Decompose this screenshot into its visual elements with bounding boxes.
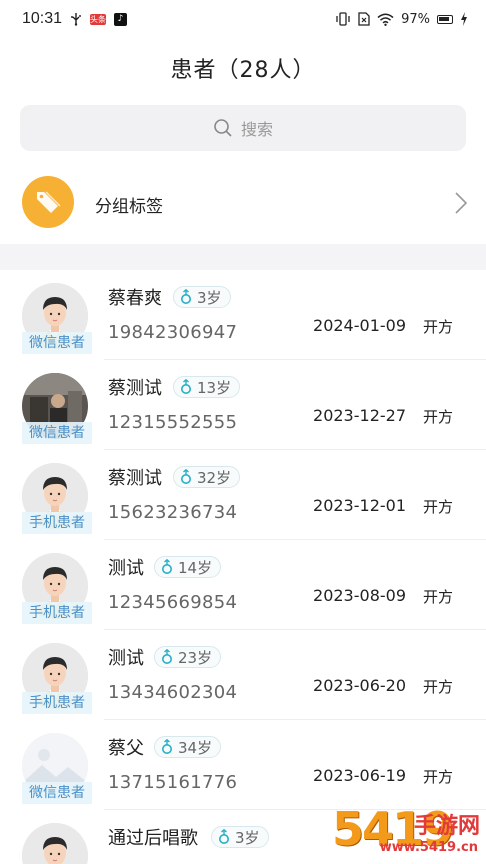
prescribe-button[interactable]: 开方	[423, 496, 453, 517]
patient-row[interactable]: 手机患者 测试 23岁 13434602304 2023-06-20 开方	[0, 630, 486, 720]
patient-row[interactable]: 微信患者 蔡测试 13岁 12315552555 2023-12-27 开方	[0, 360, 486, 450]
age-badge: 14岁	[154, 556, 222, 578]
gender-icon	[161, 649, 173, 665]
group-tags-row[interactable]: 分组标签	[0, 176, 486, 232]
page-title: 患者（28人）	[170, 58, 316, 83]
patient-list: 微信患者 蔡春爽 3岁 19842306947 2024-01-09 开方 微信患者 蔡测试 1…	[0, 270, 486, 864]
wifi-icon	[377, 13, 394, 26]
prescribe-button[interactable]: 开方	[423, 676, 453, 697]
gender-icon	[180, 469, 192, 485]
patient-name: 蔡春爽	[108, 288, 162, 309]
patient-phone: 13434602304	[108, 682, 238, 703]
watermark-domain: www.5419.cn	[379, 840, 478, 855]
group-tags-label: 分组标签	[95, 197, 163, 217]
patient-row[interactable]: 微信患者 蔡春爽 3岁 19842306947 2024-01-09 开方	[0, 270, 486, 360]
patient-phone: 19842306947	[108, 322, 238, 343]
age-badge: 34岁	[154, 736, 222, 758]
patient-source-tag: 微信患者	[22, 422, 92, 444]
gender-icon	[161, 559, 173, 575]
patient-name: 通过后唱歌	[108, 828, 198, 849]
vibrate-icon	[335, 12, 351, 26]
prescribe-button[interactable]: 开方	[423, 406, 453, 427]
status-time: 10:31	[22, 10, 63, 27]
patient-row[interactable]: 手机患者 蔡测试 32岁 15623236734 2023-12-01 开方	[0, 450, 486, 540]
patient-source-tag: 手机患者	[22, 602, 92, 624]
patient-age: 3岁	[197, 288, 222, 307]
patient-source-tag: 微信患者	[22, 782, 92, 804]
last-visit-date: 2023-06-20	[313, 676, 406, 695]
patient-name: 蔡测试	[108, 468, 162, 489]
last-visit-date: 2023-08-09	[313, 586, 406, 605]
patient-age: 13岁	[197, 378, 232, 397]
battery-icon	[437, 14, 453, 24]
patient-source-tag: 手机患者	[22, 512, 92, 534]
patient-source-tag: 微信患者	[22, 332, 92, 354]
section-divider	[0, 244, 486, 270]
status-bar: 10:31 头条 ♪ 97%	[0, 0, 486, 38]
gender-icon	[180, 289, 192, 305]
patient-source-tag: 手机患者	[22, 692, 92, 714]
prescribe-button[interactable]: 开方	[423, 586, 453, 607]
patient-name: 测试	[108, 558, 144, 579]
last-visit-date: 2023-06-19	[313, 766, 406, 785]
prescribe-button[interactable]: 开方	[423, 766, 453, 787]
search-icon	[214, 119, 232, 137]
age-badge: 3岁	[173, 286, 231, 308]
patient-row[interactable]: 手机患者 测试 14岁 12345669854 2023-08-09 开方	[0, 540, 486, 630]
charging-icon	[460, 12, 468, 26]
age-badge: 13岁	[173, 376, 241, 398]
prescribe-button[interactable]: 开方	[423, 316, 453, 337]
patient-phone: 12345669854	[108, 592, 238, 613]
watermark-logo: 5419 手游网 www.5419.cn	[332, 802, 482, 860]
tag-icon	[22, 176, 74, 228]
patient-name: 蔡父	[108, 738, 144, 759]
gender-icon	[161, 739, 173, 755]
patient-name: 测试	[108, 648, 144, 669]
gender-icon	[180, 379, 192, 395]
patient-age: 3岁	[235, 828, 260, 847]
last-visit-date: 2023-12-01	[313, 496, 406, 515]
age-badge: 23岁	[154, 646, 222, 668]
news-app-icon: 头条	[90, 13, 107, 25]
patient-row[interactable]: 微信患者 蔡父 34岁 13715161776 2023-06-19 开方	[0, 720, 486, 810]
gender-icon	[218, 829, 230, 845]
battery-percent: 97%	[401, 11, 430, 27]
patient-age: 32岁	[197, 468, 232, 487]
no-sim-icon	[358, 12, 370, 26]
search-placeholder: 搜索	[240, 120, 273, 139]
last-visit-date: 2024-01-09	[313, 316, 406, 335]
patient-age: 23岁	[178, 648, 213, 667]
patient-phone: 13715161776	[108, 772, 238, 793]
patient-phone: 15623236734	[108, 502, 238, 523]
last-visit-date: 2023-12-27	[313, 406, 406, 425]
patient-phone: 12315552555	[108, 412, 238, 433]
chevron-right-icon	[455, 192, 468, 214]
patient-name: 蔡测试	[108, 378, 162, 399]
tiktok-app-icon: ♪	[114, 12, 128, 26]
watermark-text: 手游网	[413, 814, 480, 839]
age-badge: 3岁	[211, 826, 269, 848]
patient-age: 14岁	[178, 558, 213, 577]
age-badge: 32岁	[173, 466, 241, 488]
search-input[interactable]: 搜索	[20, 105, 466, 151]
avatar	[22, 823, 88, 864]
usb-icon	[70, 12, 82, 26]
patient-age: 34岁	[178, 738, 213, 757]
